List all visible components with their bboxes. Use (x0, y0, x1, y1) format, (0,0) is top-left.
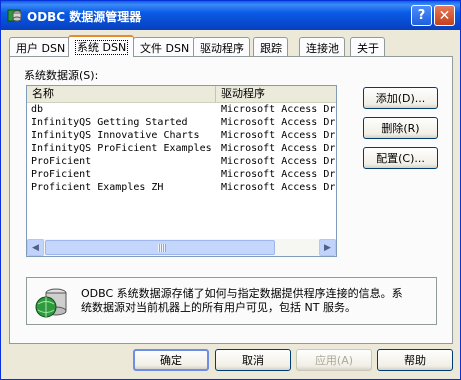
tab-label: 系统 DSN (75, 40, 129, 55)
ok-button[interactable]: 确定 (133, 349, 209, 371)
row-name: ProFicient (31, 156, 92, 167)
list-row[interactable]: Proficient Examples ZH Microsoft Access D… (27, 181, 336, 194)
help-button[interactable]: 帮助 (377, 349, 453, 371)
list-row[interactable]: ProFicient Microsoft Access Dr (27, 168, 336, 181)
close-button[interactable]: ✕ (434, 5, 455, 26)
tab-file-dsn[interactable]: 文件 DSN (133, 37, 196, 56)
row-driver: Microsoft Access Dr (221, 117, 336, 128)
tab-tracing[interactable]: 跟踪 (253, 37, 288, 56)
row-driver: Microsoft Access Dr (221, 130, 336, 141)
list-header: 名称 驱动程序 (27, 86, 336, 103)
list-row[interactable]: InfinityQS Innovative Charts Microsoft Ac… (27, 129, 336, 142)
row-driver: Microsoft Access Dr (221, 143, 336, 154)
list-row[interactable]: InfinityQS ProFicient Examples Microsoft … (27, 142, 336, 155)
row-name: db (31, 104, 44, 115)
add-button[interactable]: 添加(D)... (363, 87, 438, 109)
scroll-right-icon[interactable]: ▶ (319, 239, 336, 256)
row-name: InfinityQS Getting Started (31, 117, 188, 128)
tab-about[interactable]: 关于 (350, 37, 385, 56)
help-title-button[interactable]: ? (411, 5, 432, 26)
column-header-driver[interactable]: 驱动程序 (216, 86, 336, 102)
tab-drivers[interactable]: 驱动程序 (193, 37, 250, 56)
tab-label: 用户 DSN (16, 42, 66, 55)
window-title: ODBC 数据源管理器 (27, 10, 142, 24)
odbc-app-icon (7, 9, 22, 22)
row-driver: Microsoft Access Dr (221, 156, 336, 167)
row-name: Proficient Examples ZH (31, 182, 164, 193)
tab-label: 驱动程序 (200, 42, 244, 55)
grip-icon (158, 244, 166, 252)
apply-button[interactable]: 应用(A) (296, 349, 372, 371)
database-globe-icon (35, 288, 67, 318)
list-row[interactable]: InfinityQS Getting Started Microsoft Acce… (27, 116, 336, 129)
tab-label: 跟踪 (260, 42, 282, 55)
tab-system-dsn[interactable]: 系统 DSN (68, 35, 135, 57)
remove-button[interactable]: 删除(R) (363, 117, 438, 139)
row-name: ProFicient (31, 169, 92, 180)
tab-label: 关于 (357, 42, 379, 55)
info-text-line-2: 统数据源对当前机器上的所有用户可见，包括 NT 服务。 (81, 301, 356, 314)
tab-label: 连接池 (306, 42, 339, 55)
scroll-left-icon[interactable]: ◀ (27, 239, 44, 256)
column-header-name[interactable]: 名称 (27, 86, 216, 102)
cancel-button[interactable]: 取消 (215, 349, 291, 371)
row-driver: Microsoft Access Dr (221, 169, 336, 180)
row-driver: Microsoft Access Dr (221, 104, 336, 115)
title-bar[interactable]: ODBC 数据源管理器 ? ✕ (1, 1, 460, 30)
tab-user-dsn[interactable]: 用户 DSN (9, 37, 72, 56)
list-row[interactable]: ProFicient Microsoft Access Dr (27, 155, 336, 168)
system-dsn-list[interactable]: 名称 驱动程序 db Microsoft Access Dr InfinityQS… (26, 85, 337, 257)
tab-connection-pooling[interactable]: 连接池 (299, 37, 345, 56)
row-driver: Microsoft Access Dr (221, 182, 336, 193)
list-row[interactable]: db Microsoft Access Dr (27, 103, 336, 116)
row-name: InfinityQS ProFicient Examples (31, 143, 212, 154)
row-name: InfinityQS Innovative Charts (31, 130, 200, 141)
tab-label: 文件 DSN (140, 42, 190, 55)
horizontal-scrollbar[interactable]: ◀ ▶ (27, 239, 336, 256)
configure-button[interactable]: 配置(C)... (363, 147, 438, 169)
scrollbar-thumb[interactable] (45, 240, 275, 255)
odbc-window: ODBC 数据源管理器 ? ✕ 用户 DSN 系统 DSN 文件 DSN 驱动程… (0, 0, 461, 380)
system-dsn-label: 系统数据源(S): (24, 69, 99, 82)
list-rows: db Microsoft Access Dr InfinityQS Getting… (27, 103, 336, 194)
